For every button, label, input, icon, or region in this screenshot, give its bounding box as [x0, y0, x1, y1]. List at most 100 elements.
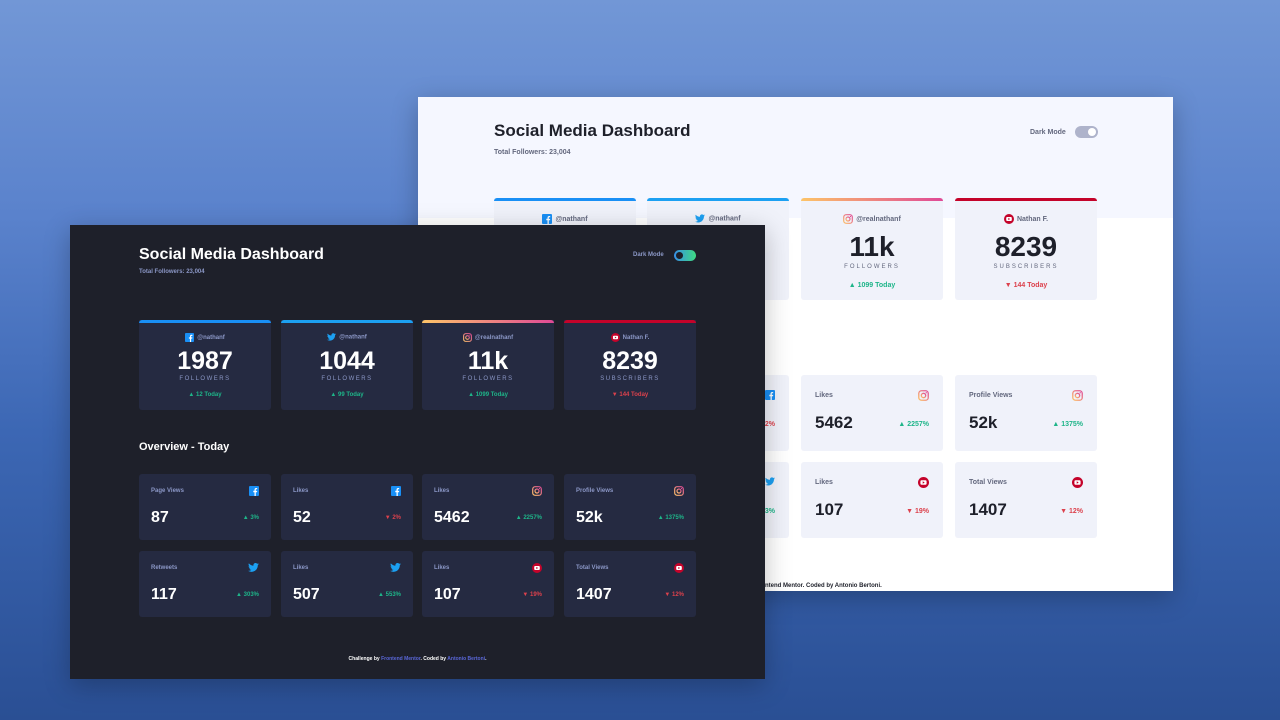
card-accent-bar: [422, 320, 554, 323]
up-arrow-icon: ▲: [657, 515, 664, 521]
up-arrow-icon: ▲: [898, 421, 906, 428]
metric-value: 117: [151, 586, 177, 603]
dark-overview-instagram-likes[interactable]: Likes 5462 ▲ 2257%: [422, 474, 554, 540]
follower-count: 1987: [177, 347, 233, 375]
card-handle: Nathan F.: [955, 214, 1097, 224]
percent-text: 1375%: [665, 515, 684, 521]
light-overview-instagram-likes[interactable]: Likes 5462 ▲ 2257%: [801, 375, 943, 451]
metric-label: Likes: [434, 565, 450, 571]
light-dark-mode-label: Dark Mode: [1030, 129, 1066, 136]
today-change: ▲ 99 Today: [281, 392, 413, 398]
metric-label: Likes: [815, 392, 833, 399]
today-change: ▼ 144 Today: [955, 282, 1097, 289]
youtube-icon: [610, 333, 620, 342]
follower-unit: FOLLOWERS: [844, 264, 900, 270]
percent-text: 1375%: [1061, 421, 1083, 428]
dark-overview-youtube-likes[interactable]: Likes 107 ▼ 19%: [422, 551, 554, 617]
metric-label: Likes: [815, 479, 833, 486]
today-change-text: 144 Today: [1013, 282, 1048, 289]
dark-overview-facebook-likes[interactable]: Likes 52 ▼ 2%: [281, 474, 413, 540]
card-handle: @nathanf: [647, 214, 789, 223]
dark-overview-instagram-profile-views[interactable]: Profile Views 52k ▲ 1375%: [564, 474, 696, 540]
card-handle: @nathanf: [139, 333, 271, 342]
card-accent-bar: [139, 320, 271, 323]
dark-card-facebook[interactable]: @nathanf 1987 FOLLOWERS ▲ 12 Today: [139, 320, 271, 410]
follower-unit: SUBSCRIBERS: [600, 376, 660, 382]
facebook-icon: [249, 486, 259, 496]
percent-text: 3%: [250, 515, 259, 521]
footer-org-link[interactable]: Frontend Mentor: [381, 656, 420, 662]
footer-prefix: Challenge by: [348, 656, 382, 662]
percent-text: 2257%: [907, 421, 929, 428]
light-overview-instagram-profile-views[interactable]: Profile Views 52k ▲ 1375%: [955, 375, 1097, 451]
metric-label: Likes: [434, 488, 450, 494]
toggle-knob: [676, 252, 683, 259]
percent-text: 12%: [671, 592, 684, 598]
today-change-text: 99 Today: [338, 392, 364, 398]
overview-heading: Overview - Today: [139, 441, 230, 453]
today-change-text: 144 Today: [619, 392, 649, 398]
youtube-icon: [1072, 477, 1083, 488]
percent-change: ▼ 2%: [385, 515, 401, 521]
down-arrow-icon: ▼: [1060, 508, 1068, 515]
dark-card-youtube[interactable]: Nathan F. 8239 SUBSCRIBERS ▼ 144 Today: [564, 320, 696, 410]
percent-text: 2%: [392, 515, 401, 521]
youtube-icon: [918, 477, 929, 488]
card-handle-text: Nathan F.: [622, 335, 650, 342]
light-dark-mode-toggle[interactable]: [1075, 126, 1098, 138]
youtube-icon: [674, 563, 684, 573]
card-handle-text: @nathanf: [197, 335, 225, 342]
card-handle-text: @realnathanf: [856, 215, 901, 223]
up-arrow-icon: ▲: [188, 392, 195, 398]
twitter-icon: [327, 333, 337, 341]
metric-value: 107: [434, 586, 461, 603]
dark-dark-mode-toggle[interactable]: [674, 250, 696, 261]
percent-change: ▲ 3%: [243, 515, 259, 521]
metric-label: Retweets: [151, 565, 178, 571]
footer-mid: . Coded by: [420, 656, 448, 662]
light-overview-youtube-likes[interactable]: Likes 107 ▼ 19%: [801, 462, 943, 538]
dark-overview-youtube-total-views[interactable]: Total Views 1407 ▼ 12%: [564, 551, 696, 617]
light-overview-youtube-total-views[interactable]: Total Views 1407 ▼ 12%: [955, 462, 1097, 538]
metric-label: Profile Views: [576, 488, 614, 494]
today-change: ▲ 12 Today: [139, 392, 271, 398]
percent-change: ▼ 12%: [664, 592, 684, 598]
metric-value: 1407: [969, 500, 1007, 519]
instagram-icon: [674, 486, 684, 496]
down-arrow-icon: ▼: [522, 592, 529, 598]
percent-change: ▲ 2257%: [898, 421, 929, 428]
today-change-text: 1099 Today: [857, 282, 896, 289]
instagram-icon: [918, 390, 929, 401]
dark-overview-twitter-retweets[interactable]: Retweets 117 ▲ 303%: [139, 551, 271, 617]
percent-change: ▼ 12%: [1060, 508, 1083, 515]
dark-card-twitter[interactable]: @nathanf 1044 FOLLOWERS ▲ 99 Today: [281, 320, 413, 410]
up-arrow-icon: ▲: [378, 592, 384, 598]
percent-text: 3%: [764, 508, 775, 515]
up-arrow-icon: ▲: [1052, 421, 1060, 428]
metric-label: Likes: [293, 565, 309, 571]
light-card-instagram[interactable]: @realnathanf 11k FOLLOWERS ▲ 1099 Today: [801, 198, 943, 300]
light-total-followers: Total Followers: 23,004: [494, 149, 571, 156]
metric-value: 5462: [434, 509, 470, 526]
up-arrow-icon: ▲: [330, 392, 337, 398]
up-arrow-icon: ▲: [236, 592, 242, 598]
dark-card-instagram[interactable]: @realnathanf 11k FOLLOWERS ▲ 1099 Today: [422, 320, 554, 410]
card-handle: @nathanf: [494, 214, 636, 224]
follower-count: 1044: [319, 347, 375, 375]
footer-author-link[interactable]: Antonio Bertoni: [447, 656, 485, 662]
up-arrow-icon: ▲: [468, 392, 475, 398]
dark-overview-twitter-likes[interactable]: Likes 507 ▲ 553%: [281, 551, 413, 617]
light-card-youtube[interactable]: Nathan F. 8239 SUBSCRIBERS ▼ 144 Today: [955, 198, 1097, 300]
down-arrow-icon: ▼: [664, 592, 671, 598]
down-arrow-icon: ▼: [384, 515, 391, 521]
twitter-icon: [695, 214, 706, 223]
percent-text: 19%: [914, 508, 929, 515]
metric-value: 507: [293, 586, 320, 603]
footer-author-link[interactable]: Antonio Bertoni: [835, 583, 880, 589]
twitter-icon: [248, 563, 259, 572]
metric-value: 1407: [576, 586, 612, 603]
dark-dark-mode-label: Dark Mode: [633, 252, 664, 258]
dark-overview-facebook-page-views[interactable]: Page Views 87 ▲ 3%: [139, 474, 271, 540]
metric-label: Page Views: [151, 488, 184, 494]
percent-change: ▲ 553%: [378, 592, 401, 598]
